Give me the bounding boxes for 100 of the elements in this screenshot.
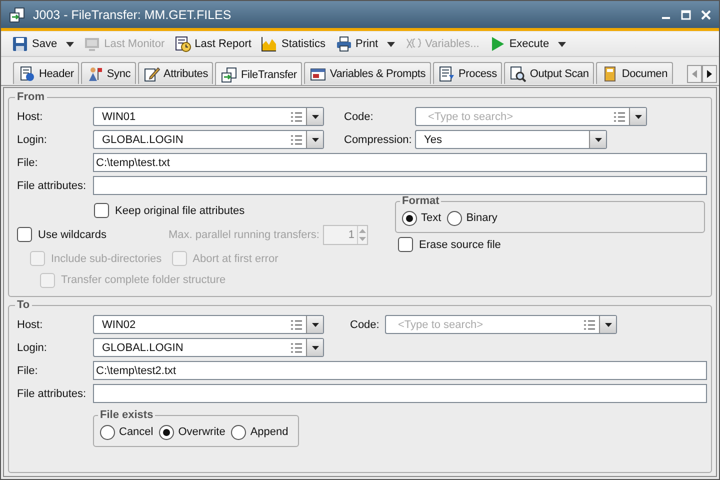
radio-button[interactable] — [402, 210, 417, 226]
left-arrow-icon — [692, 70, 697, 78]
toolbar-button[interactable]: Save — [7, 33, 80, 55]
caret-icon — [387, 42, 396, 46]
pencil-document-icon — [144, 66, 160, 82]
tab[interactable]: Output Scan — [504, 62, 594, 84]
host-combobox[interactable]: WIN02 — [93, 315, 324, 334]
checkbox[interactable] — [17, 227, 32, 242]
radio-label: Binary — [466, 212, 498, 224]
text-field[interactable]: C:\temp\test2.txt — [93, 361, 707, 380]
group-title: File exists — [99, 409, 154, 421]
toolbar-button[interactable]: Print — [330, 33, 400, 55]
radio-button[interactable] — [231, 424, 246, 440]
files-arrow-icon — [221, 66, 238, 82]
caret-icon — [66, 42, 74, 46]
dropdown-button[interactable] — [306, 108, 323, 125]
group-title: From — [16, 91, 46, 103]
field-label: Code: — [350, 318, 380, 330]
text-field[interactable] — [93, 384, 707, 403]
dropdown-button[interactable] — [589, 131, 606, 148]
dropdown-button[interactable] — [599, 316, 616, 333]
printer-icon — [336, 36, 352, 52]
dropdown-button[interactable] — [306, 131, 323, 148]
scroll-right-button[interactable] — [702, 65, 717, 83]
search-field[interactable]: <Type to search> — [392, 316, 584, 333]
window-icon — [310, 66, 326, 82]
search-field[interactable]: <Type to search> — [422, 108, 614, 125]
play-icon — [489, 36, 506, 52]
text-field[interactable] — [93, 176, 707, 195]
group-title: To — [16, 299, 31, 311]
checkbox-label: Abort at first error — [192, 252, 278, 264]
list-icon[interactable] — [291, 320, 302, 330]
list-icon[interactable] — [584, 320, 595, 330]
checkbox[interactable] — [94, 203, 109, 218]
group-title: Format — [401, 195, 440, 207]
field-label: Login: — [17, 134, 48, 146]
radio-label: Append — [250, 426, 288, 438]
maximize-icon[interactable] — [681, 10, 691, 20]
magnifier-document-icon — [510, 66, 526, 82]
checkbox-label: Keep original file attributes — [115, 204, 245, 216]
code-combobox[interactable]: <Type to search> — [415, 107, 647, 126]
right-arrow-icon — [707, 70, 712, 78]
toolbar-button[interactable]: Last Report — [170, 33, 256, 55]
field-label: File: — [17, 156, 39, 168]
caret-icon — [604, 322, 612, 326]
tab[interactable]: Sync — [80, 62, 136, 84]
compression-dropdown[interactable]: Yes — [415, 130, 607, 149]
caret-icon — [594, 138, 602, 142]
tab[interactable]: Header — [13, 62, 79, 84]
radio-button[interactable] — [159, 424, 174, 440]
monitor-icon — [84, 36, 100, 52]
checkbox[interactable] — [398, 237, 413, 252]
field-label: File attributes: — [17, 388, 88, 400]
radio-button[interactable] — [100, 424, 115, 440]
checkbox-label: Erase source file — [419, 238, 501, 250]
tab[interactable]: Process — [432, 62, 502, 84]
toolbar-button[interactable]: Statistics — [256, 33, 330, 55]
dropdown-button[interactable] — [306, 339, 323, 356]
tab[interactable]: FileTransfer — [215, 62, 302, 85]
list-icon[interactable] — [291, 342, 302, 352]
dropdown-button[interactable] — [306, 316, 323, 333]
list-icon[interactable] — [291, 134, 302, 144]
field-label: Login: — [17, 342, 48, 354]
caret-icon — [312, 114, 318, 118]
radio-label: Overwrite — [178, 426, 226, 438]
list-icon[interactable] — [614, 112, 625, 122]
toolbar-button[interactable]: Execute — [484, 33, 572, 55]
flag-figure-icon — [86, 66, 103, 82]
code-combobox[interactable]: <Type to search> — [385, 315, 617, 334]
list-icon[interactable] — [291, 112, 302, 122]
field-label: Compression: — [344, 134, 413, 146]
tab[interactable]: Attributes — [138, 62, 214, 84]
radio-button[interactable] — [447, 210, 462, 226]
chart-icon — [261, 36, 278, 52]
login-combobox[interactable]: GLOBAL.LOGIN — [93, 130, 324, 149]
tab[interactable]: Variables & Prompts — [304, 62, 431, 84]
field-label: Max. parallel running transfers: — [168, 228, 320, 240]
tab[interactable]: Documen — [596, 62, 673, 84]
field-label: File attributes: — [17, 180, 88, 192]
caret-icon — [558, 42, 566, 46]
field-label: File: — [17, 364, 39, 376]
dropdown-button[interactable] — [629, 108, 646, 125]
caret-icon — [312, 138, 318, 142]
caret-icon — [312, 346, 318, 350]
caret-icon — [634, 114, 642, 118]
login-combobox[interactable]: GLOBAL.LOGIN — [93, 338, 324, 357]
checkbox-label: Use wildcards — [38, 228, 106, 240]
document-info-icon — [19, 66, 35, 82]
host-combobox[interactable]: WIN01 — [93, 107, 324, 126]
text-field[interactable]: C:\temp\test.txt — [93, 153, 707, 172]
field-label: Host: — [17, 318, 44, 330]
close-icon[interactable] — [701, 10, 711, 20]
radio-label: Cancel — [119, 426, 154, 438]
list-arrow-icon — [438, 66, 455, 82]
field-label: Host: — [17, 110, 44, 122]
radio-label: Text — [421, 212, 442, 224]
app-icon — [9, 6, 25, 22]
field-label: Code: — [344, 110, 374, 122]
book-icon — [602, 66, 618, 82]
report-clock-icon — [174, 36, 191, 52]
